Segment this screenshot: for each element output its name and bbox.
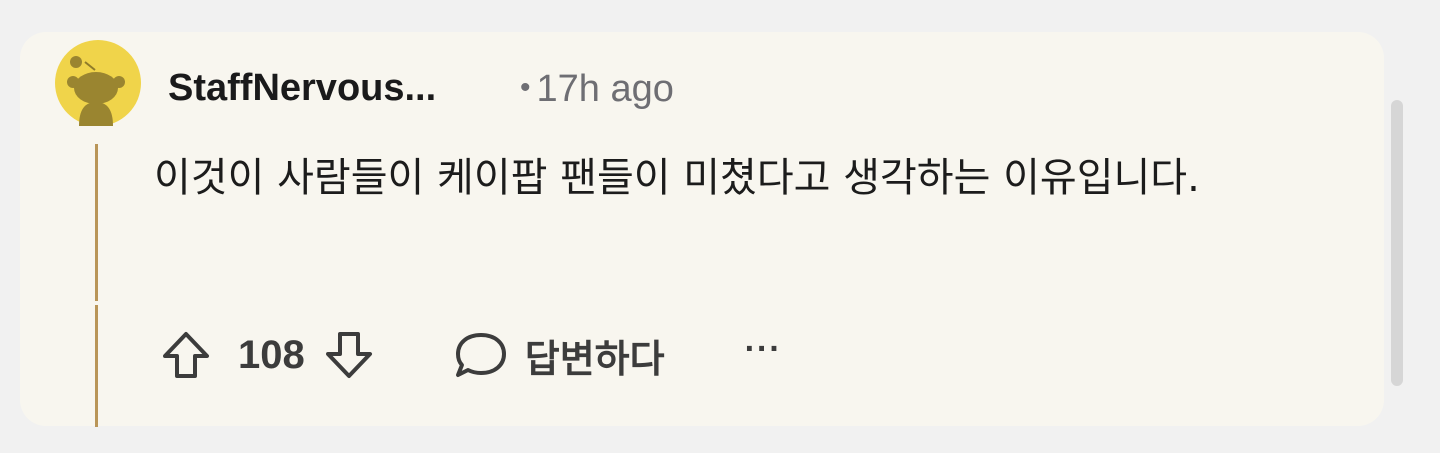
vote-count: 108 <box>238 332 305 377</box>
scrollbar[interactable] <box>1391 100 1403 386</box>
meta-separator: • <box>520 71 531 104</box>
arrow-down-icon <box>325 332 372 378</box>
comment-meta: • 17h ago <box>520 66 698 112</box>
reddit-snoo-avatar-icon <box>55 40 141 126</box>
comment-actions: 108 답변하다 ··· <box>160 325 782 385</box>
speech-bubble-icon <box>455 333 506 377</box>
avatar[interactable] <box>55 40 141 126</box>
reply-label: 답변하다 <box>524 336 665 381</box>
thread-line[interactable] <box>95 144 98 301</box>
more-options-button[interactable]: ··· <box>745 330 782 369</box>
reply-button[interactable]: 답변하다 <box>453 328 665 383</box>
timestamp: 17h ago <box>536 68 674 110</box>
arrow-up-icon <box>163 332 209 378</box>
username[interactable]: StaffNervous... <box>168 66 478 110</box>
comment-body: 이것이 사람들이 케이팝 팬들이 미쳤다고 생각하는 이유입니다. <box>154 155 1200 201</box>
upvote-button[interactable] <box>160 329 212 381</box>
downvote-button[interactable] <box>323 329 375 381</box>
thread-line[interactable] <box>95 305 98 427</box>
